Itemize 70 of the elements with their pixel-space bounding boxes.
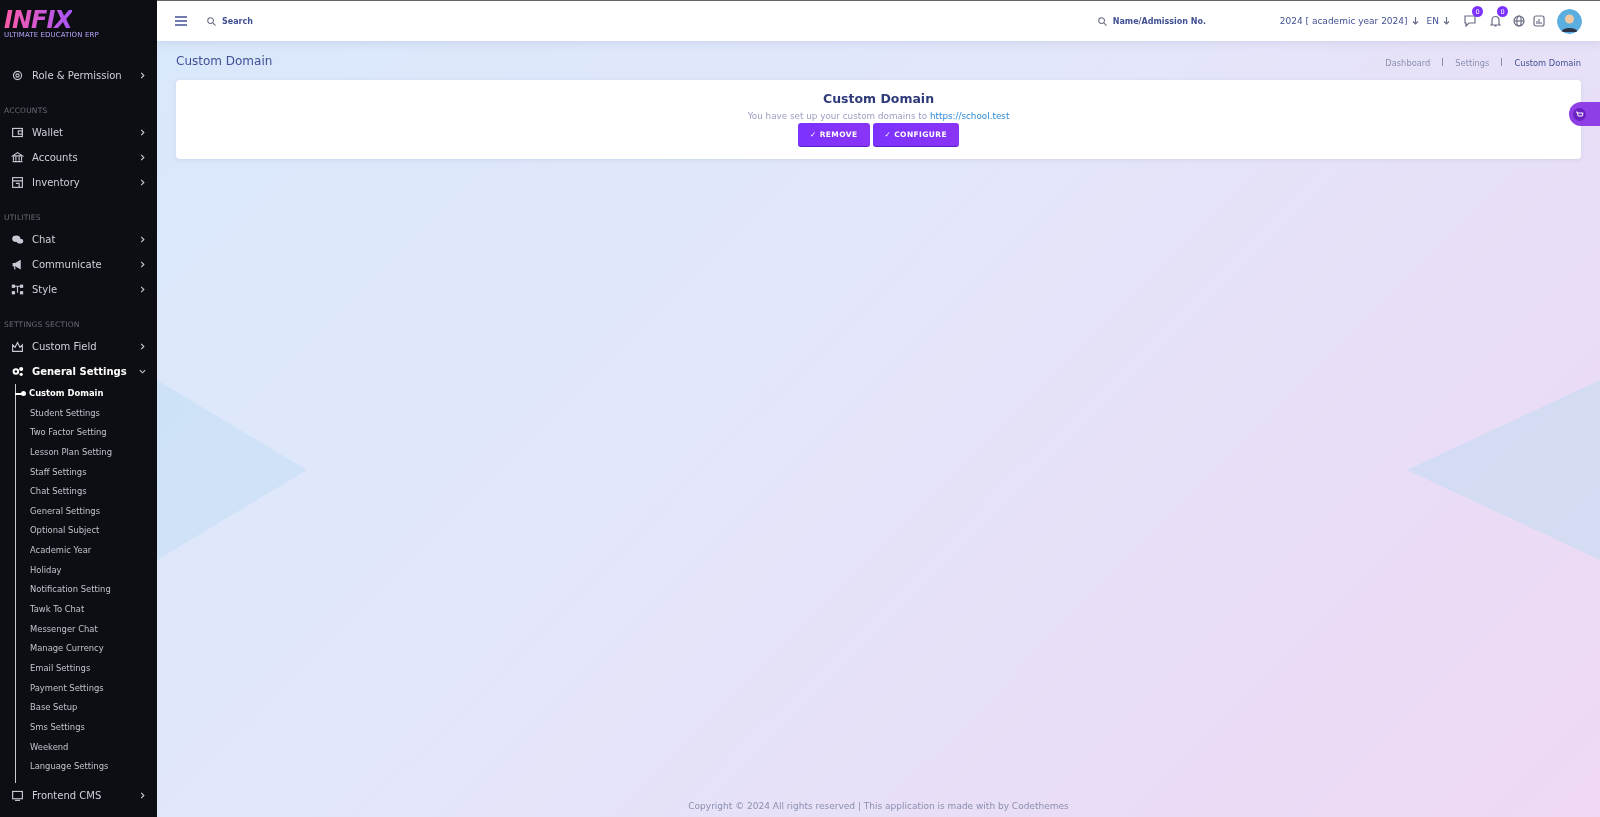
submenu-item[interactable]: Chat Settings: [16, 482, 87, 502]
menu-item[interactable]: Style: [0, 277, 157, 302]
chevron-icon: [139, 154, 146, 161]
submenu-item[interactable]: Two Factor Setting: [16, 423, 107, 443]
chat-icon: [11, 233, 24, 246]
submenu-item[interactable]: Tawk To Chat: [16, 600, 85, 620]
globe-icon[interactable]: [1513, 15, 1525, 27]
chevron-icon: [139, 343, 146, 350]
chevron-icon: [139, 791, 146, 799]
menu-item[interactable]: Wallet: [0, 120, 157, 145]
submenu-item[interactable]: Base Setup: [16, 698, 78, 718]
submenu-item[interactable]: Weekend: [16, 737, 69, 758]
breadcrumb-link[interactable]: Custom Domain: [1514, 58, 1581, 68]
cart-icon: [1573, 107, 1586, 121]
submenu-item[interactable]: Lesson Plan Setting: [16, 442, 112, 463]
chevron-icon: [139, 286, 146, 293]
page-title: Custom Domain: [176, 53, 274, 68]
menu-item[interactable]: Inventory: [0, 170, 157, 195]
submenu-item[interactable]: Notification Setting: [16, 580, 111, 601]
submenu-item[interactable]: Messenger Chat: [16, 619, 98, 640]
nodes-icon: [11, 283, 24, 296]
copyright-text: Copyright © 2024 All rights reserved | This application is made with by Codethemes: [688, 801, 1069, 811]
domain-message: You have set up your custom domains to https://school.test: [747, 111, 1010, 121]
search-icon: [207, 16, 216, 26]
submenu-item[interactable]: Manage Currency: [16, 639, 104, 659]
submenu-item[interactable]: Optional Subject: [16, 521, 100, 542]
submenu-item[interactable]: Staff Settings: [16, 462, 87, 483]
chevron-icon: [139, 129, 146, 136]
search-field[interactable]: Search: [220, 15, 344, 27]
menu-item[interactable]: Chat: [0, 227, 157, 252]
chevron-icon: [139, 179, 146, 186]
wallet-icon: [11, 126, 24, 139]
submenu-item[interactable]: Student Settings: [16, 403, 100, 424]
menu-item[interactable]: Frontend CMS: [0, 782, 157, 808]
bell-icon[interactable]: [1490, 15, 1501, 27]
submenu-item[interactable]: Payment Settings: [16, 678, 104, 699]
menu-item[interactable]: Accounts: [0, 145, 157, 170]
submenu-item[interactable]: Language Settings: [16, 757, 109, 777]
search-icon: [1097, 16, 1107, 26]
domain-link[interactable]: https://school.test: [929, 111, 1010, 121]
box-icon: [11, 176, 24, 189]
bank-icon: [11, 151, 24, 164]
submenu-item[interactable]: General Settings: [16, 501, 101, 522]
arrow-down-icon: [1411, 17, 1419, 25]
chevron-icon: [139, 261, 146, 268]
chevron-icon: [139, 368, 146, 375]
avatar-icon[interactable]: [1557, 8, 1582, 34]
menu-item[interactable]: General Settings: [0, 359, 157, 384]
cart-button[interactable]: [1569, 102, 1600, 126]
monitor-icon: [11, 788, 24, 802]
card-title: Custom Domain: [822, 91, 935, 106]
arrow-down-icon: [1443, 17, 1450, 25]
student-search-field[interactable]: Name/Admission No.: [1110, 15, 1210, 27]
logo[interactable]: INFIX: [4, 9, 72, 31]
chevron-icon: [139, 72, 146, 79]
submenu-item[interactable]: Academic Year: [16, 541, 92, 561]
submenu-item[interactable]: Email Settings: [16, 658, 91, 679]
menu-item[interactable]: Communicate: [0, 252, 157, 277]
chevron-icon: [139, 236, 146, 243]
menu-item[interactable]: Role & Permission: [0, 63, 157, 88]
menu-item[interactable]: Custom Field: [0, 334, 157, 359]
submenu-item[interactable]: Custom Domain: [16, 384, 104, 404]
menu-icon[interactable]: [175, 16, 187, 26]
language-selector[interactable]: EN: [1426, 16, 1439, 26]
submenu-item[interactable]: Sms Settings: [16, 717, 85, 738]
submenu-item[interactable]: Holiday: [16, 560, 62, 581]
gears-icon: [11, 365, 24, 378]
session-selector[interactable]: 2024 [ academic year 2024]: [1279, 16, 1408, 26]
megaphone-icon: [11, 258, 24, 271]
message-icon[interactable]: [1464, 15, 1476, 27]
